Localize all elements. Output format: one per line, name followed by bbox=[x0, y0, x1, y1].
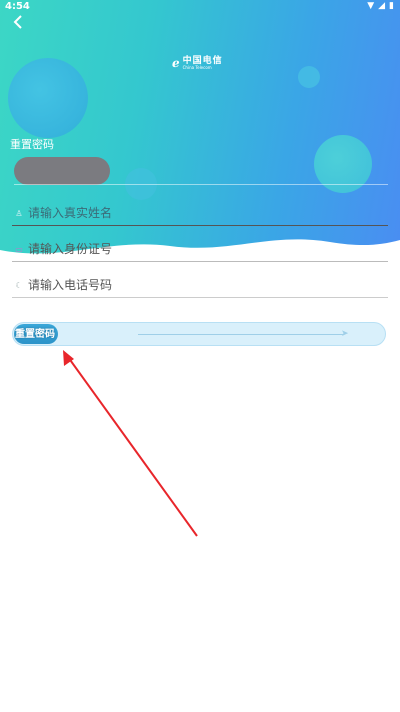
slider-label: 重置密码 bbox=[15, 329, 55, 340]
name-field[interactable]: ♙ bbox=[12, 202, 388, 226]
signal-icon: ◢ bbox=[378, 1, 386, 11]
phone-field[interactable]: ☾ bbox=[12, 274, 388, 298]
id-card-icon: ▭ bbox=[15, 244, 23, 254]
battery-icon: ▮ bbox=[389, 1, 394, 11]
reset-password-slider[interactable]: ➤ 重置密码 bbox=[12, 322, 386, 346]
field-underline bbox=[12, 225, 388, 226]
decorative-bubble bbox=[8, 58, 88, 138]
china-telecom-logo: ℯ 中国电信 China Telecom bbox=[172, 56, 223, 70]
divider bbox=[14, 184, 388, 185]
header-background bbox=[0, 0, 400, 270]
page-title: 重置密码 bbox=[10, 138, 54, 151]
field-underline bbox=[12, 261, 388, 262]
id-field[interactable]: ▭ bbox=[12, 238, 388, 262]
slider-track bbox=[138, 334, 343, 335]
status-time: 4:54 bbox=[5, 1, 30, 12]
logo-en-text: China Telecom bbox=[182, 64, 212, 70]
arrow-right-icon: ➤ bbox=[341, 329, 349, 339]
status-bar: 4:54 ▼ ◢ ▮ bbox=[0, 0, 400, 14]
back-button[interactable] bbox=[8, 14, 28, 34]
wifi-icon: ▼ bbox=[367, 1, 375, 11]
user-icon: ♙ bbox=[15, 208, 23, 218]
phone-icon: ☾ bbox=[15, 280, 23, 290]
id-number-input[interactable] bbox=[26, 242, 376, 256]
chevron-left-icon bbox=[13, 15, 22, 29]
redacted-pill bbox=[14, 157, 110, 185]
field-underline bbox=[12, 297, 388, 298]
decorative-bubble bbox=[298, 66, 320, 88]
name-input[interactable] bbox=[26, 206, 376, 220]
telecom-logo-icon: ℯ bbox=[172, 56, 180, 70]
phone-input[interactable] bbox=[26, 278, 376, 292]
status-icons: ▼ ◢ ▮ bbox=[367, 1, 394, 11]
